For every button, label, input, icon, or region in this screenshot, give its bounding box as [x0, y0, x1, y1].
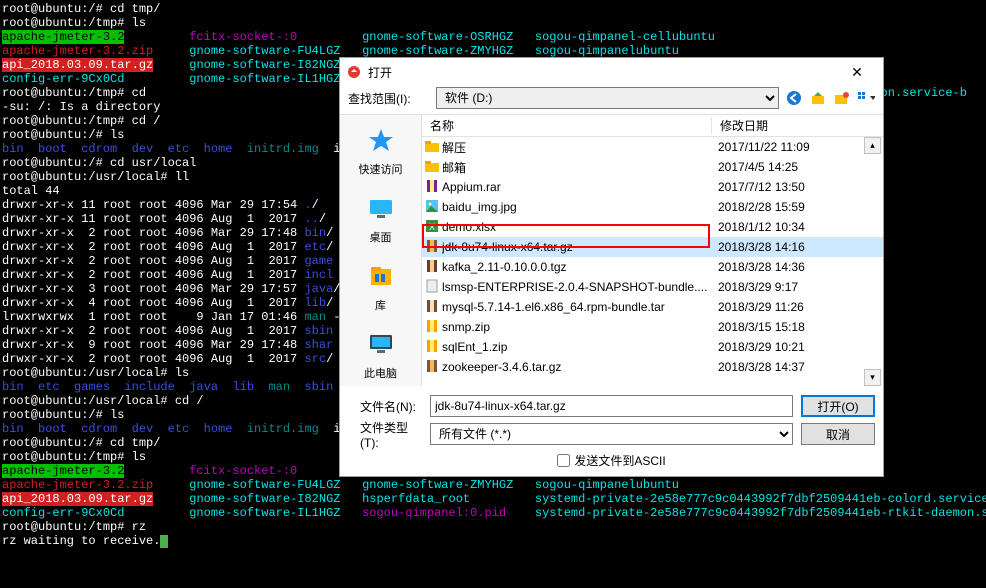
lookin-select[interactable]: 软件 (D:) [436, 87, 779, 109]
file-name: snmp.zip [442, 320, 712, 334]
rar-icon [422, 179, 442, 196]
place-label: 桌面 [344, 229, 418, 245]
file-name: zookeeper-3.4.6.tar.gz [442, 360, 712, 374]
zip-icon [422, 319, 442, 336]
file-name: Appium.rar [442, 180, 712, 194]
open-file-dialog: 打开 ✕ 查找范围(I): 软件 (D:) 快速访问桌面库此电脑网络 名称 修改… [339, 57, 884, 477]
file-row[interactable]: 邮箱2017/4/5 14:25 [422, 157, 883, 177]
place-library[interactable]: 库 [344, 255, 418, 321]
col-date[interactable]: 修改日期 [712, 117, 883, 134]
place-pc[interactable]: 此电脑 [344, 323, 418, 386]
pc-icon [365, 329, 397, 361]
file-name: mysql-5.7.14-1.el6.x86_64.rpm-bundle.tar [442, 300, 712, 314]
file-name: 解压 [442, 139, 712, 156]
filetype-label: 文件类型(T): [348, 419, 422, 450]
file-name: sqlEnt_1.zip [442, 340, 712, 354]
viewmenu-icon[interactable] [857, 89, 875, 107]
file-row[interactable]: kafka_2.11-0.10.0.0.tgz2018/3/28 14:36 [422, 257, 883, 277]
file-name: kafka_2.11-0.10.0.0.tgz [442, 260, 712, 274]
file-date: 2017/4/5 14:25 [712, 160, 883, 174]
place-label: 快速访问 [344, 161, 418, 177]
file-date: 2018/2/28 15:59 [712, 200, 883, 214]
star-icon [365, 125, 397, 157]
file-date: 2018/3/29 9:17 [712, 280, 883, 294]
scroll-down-button[interactable]: ▾ [864, 369, 881, 386]
file-row[interactable]: sqlEnt_1.zip2018/3/29 10:21 [422, 337, 883, 357]
file-row[interactable]: zookeeper-3.4.6.tar.gz2018/3/28 14:37 [422, 357, 883, 377]
lookin-row: 查找范围(I): 软件 (D:) [340, 86, 883, 114]
lookin-label: 查找范围(I): [348, 90, 430, 107]
file-date: 2018/3/29 11:26 [712, 300, 883, 314]
file-row[interactable]: mysql-5.7.14-1.el6.x86_64.rpm-bundle.tar… [422, 297, 883, 317]
tar-icon [422, 299, 442, 316]
filename-label: 文件名(N): [348, 398, 422, 415]
cancel-button[interactable]: 取消 [801, 423, 875, 445]
app-icon [346, 64, 362, 80]
file-list[interactable]: ▴ ▾ 解压2017/11/22 11:09邮箱2017/4/5 14:25Ap… [422, 137, 883, 386]
svg-text:X: X [429, 222, 435, 232]
file-row[interactable]: jdk-8u74-linux-x64.tar.gz2018/3/28 14:16 [422, 237, 883, 257]
folder-icon [422, 139, 442, 156]
file-date: 2017/11/22 11:09 [712, 140, 883, 154]
desktop-icon [365, 193, 397, 225]
folder-icon [422, 159, 442, 176]
dialog-bottom: 文件名(N): 打开(O) 文件类型(T): 所有文件 (*.*) 取消 发送文… [340, 386, 883, 476]
file-date: 2018/3/29 10:21 [712, 340, 883, 354]
file-date: 2017/7/12 13:50 [712, 180, 883, 194]
file-date: 2018/1/12 10:34 [712, 220, 883, 234]
file-row[interactable]: Xdemo.xlsx2018/1/12 10:34 [422, 217, 883, 237]
dialog-title: 打开 [368, 64, 837, 81]
xlsx-icon: X [422, 219, 442, 236]
file-date: 2018/3/28 14:36 [712, 260, 883, 274]
file-name: lsmsp-ENTERPRISE-2.0.4-SNAPSHOT-bundle..… [442, 280, 712, 294]
place-label: 库 [344, 297, 418, 313]
tgz-icon [422, 259, 442, 276]
file-row[interactable]: Appium.rar2017/7/12 13:50 [422, 177, 883, 197]
file-name: baidu_img.jpg [442, 200, 712, 214]
file-date: 2018/3/15 15:18 [712, 320, 883, 334]
back-icon[interactable] [785, 89, 803, 107]
scroll-up-button[interactable]: ▴ [864, 137, 881, 154]
file-name: demo.xlsx [442, 220, 712, 234]
close-button[interactable]: ✕ [837, 61, 877, 83]
place-desktop[interactable]: 桌面 [344, 187, 418, 253]
file-name: 邮箱 [442, 159, 712, 176]
ascii-label: 发送文件到ASCII [574, 452, 665, 469]
dialog-titlebar: 打开 ✕ [340, 58, 883, 86]
file-date: 2018/3/28 14:16 [712, 240, 883, 254]
newfolder-icon[interactable] [833, 89, 851, 107]
places-bar: 快速访问桌面库此电脑网络 [340, 115, 422, 386]
place-star[interactable]: 快速访问 [344, 119, 418, 185]
column-headers[interactable]: 名称 修改日期 [422, 115, 883, 137]
open-button[interactable]: 打开(O) [801, 395, 875, 417]
jpg-icon [422, 199, 442, 216]
file-date: 2018/3/28 14:37 [712, 360, 883, 374]
up-icon[interactable] [809, 89, 827, 107]
gz-icon [422, 359, 442, 376]
file-icon [422, 279, 442, 296]
zip-icon [422, 339, 442, 356]
library-icon [365, 261, 397, 293]
filetype-select[interactable]: 所有文件 (*.*) [430, 423, 793, 445]
file-row[interactable]: snmp.zip2018/3/15 15:18 [422, 317, 883, 337]
place-label: 此电脑 [344, 365, 418, 381]
file-row[interactable]: 解压2017/11/22 11:09 [422, 137, 883, 157]
filename-input[interactable] [430, 395, 793, 417]
ascii-checkbox[interactable] [557, 454, 570, 467]
gz-icon [422, 239, 442, 256]
file-row[interactable]: lsmsp-ENTERPRISE-2.0.4-SNAPSHOT-bundle..… [422, 277, 883, 297]
file-name: jdk-8u74-linux-x64.tar.gz [442, 240, 712, 254]
col-name[interactable]: 名称 [422, 117, 712, 134]
file-row[interactable]: baidu_img.jpg2018/2/28 15:59 [422, 197, 883, 217]
